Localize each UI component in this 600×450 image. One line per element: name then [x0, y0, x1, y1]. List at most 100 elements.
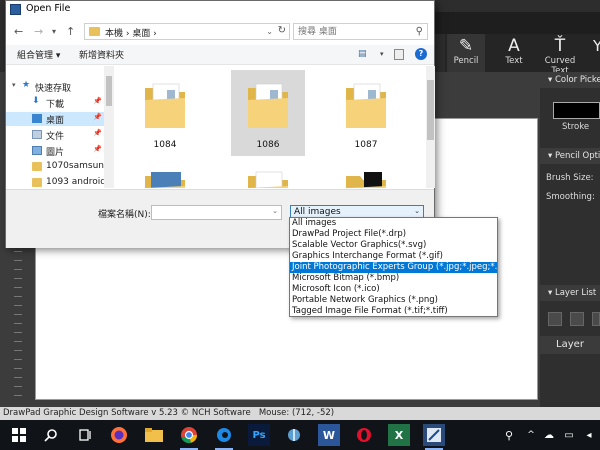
file-tile-folder[interactable]: 1087	[329, 70, 403, 156]
pencil-options-title: Pencil Options	[554, 151, 600, 161]
pencil-icon: ✎	[458, 36, 474, 56]
sidebar-item-quick-access[interactable]: ▾ ★ 快速存取	[6, 80, 104, 94]
layer-options-button[interactable]	[592, 312, 600, 326]
collapse-icon: ▾	[548, 288, 555, 298]
excel-icon[interactable]: X	[388, 424, 410, 446]
address-row: ← → ▾ ↑ 本機 › 桌面 › ⌄ ↻ ⚲	[6, 21, 434, 43]
file-name: 1087	[354, 140, 378, 150]
scrollbar-thumb[interactable]	[106, 76, 112, 106]
preview-pane-icon[interactable]	[394, 49, 404, 60]
view-dropdown-icon[interactable]: ▾	[380, 50, 384, 58]
scrollbar-thumb[interactable]	[427, 80, 434, 140]
back-arrow-icon[interactable]: ←	[14, 25, 23, 38]
forward-arrow-icon[interactable]: →	[34, 25, 43, 38]
file-tile-folder[interactable]	[329, 158, 403, 188]
file-type-option[interactable]: Microsoft Bitmap (*.bmp)	[290, 273, 497, 284]
refresh-icon[interactable]: ↻	[278, 25, 286, 36]
file-type-option[interactable]: Scalable Vector Graphics(*.svg)	[290, 240, 497, 251]
chrome-icon[interactable]	[178, 424, 200, 450]
search-icon[interactable]: ⚲	[416, 26, 423, 37]
file-type-option-highlighted[interactable]: Joint Photographic Experts Group (*.jpg;…	[290, 262, 497, 273]
stroke-color-swatch[interactable]	[553, 102, 600, 119]
pencil-options-header[interactable]: ▾ Pencil Options	[540, 148, 600, 164]
sidebar-item-documents[interactable]: 文件 📌	[6, 128, 104, 142]
pin-icon[interactable]: 📌	[93, 97, 102, 105]
more-tools-button[interactable]: Y	[593, 34, 600, 72]
file-type-option[interactable]: Microsoft Icon (*.ico)	[290, 284, 497, 295]
dialog-titlebar[interactable]: Open File	[6, 1, 434, 18]
file-explorer-icon[interactable]	[143, 424, 165, 446]
breadcrumb[interactable]: 本機 › 桌面 ›	[105, 26, 157, 39]
chevron-down-icon[interactable]: ⌄	[414, 207, 420, 215]
color-picker-header[interactable]: ▾ Color Picker	[540, 72, 600, 88]
pin-icon[interactable]: 📌	[93, 129, 102, 137]
edge-icon[interactable]	[213, 424, 235, 450]
layer-list-header[interactable]: ▾ Layer List	[540, 285, 600, 301]
file-tile-folder-selected[interactable]: 1086	[231, 70, 305, 156]
windows-start-icon[interactable]	[8, 424, 30, 446]
address-dropdown-icon[interactable]: ⌄	[266, 27, 273, 36]
navigation-pane: ▾ ★ 快速存取 ⬇ 下載 📌 桌面 📌 文件 📌 圖片 📌 1070samsu…	[6, 66, 114, 188]
file-tile-folder[interactable]: 1084	[128, 70, 202, 156]
chevron-down-icon[interactable]: ⌄	[272, 207, 278, 215]
text-tool-label: Text	[505, 56, 523, 66]
open-file-dialog: Open File ← → ▾ ↑ 本機 › 桌面 › ⌄ ↻ ⚲ 組合管理 ▾…	[5, 0, 435, 248]
folder-icon	[346, 172, 386, 188]
curved-text-tool-button[interactable]: Ť Curved Text	[535, 34, 585, 76]
volume-icon[interactable]: ◂	[578, 424, 600, 446]
file-name: 1086	[256, 140, 280, 150]
search-box[interactable]: ⚲	[293, 23, 428, 40]
layer-item[interactable]: Layer	[540, 336, 600, 354]
sidebar-item-folder[interactable]: 1070samsung	[6, 160, 104, 174]
folder-icon	[145, 172, 185, 188]
file-type-option[interactable]: Portable Network Graphics (*.png)	[290, 295, 497, 306]
file-tile-folder[interactable]	[231, 158, 305, 188]
file-list-scrollbar[interactable]	[426, 66, 435, 188]
up-arrow-icon[interactable]: ↑	[66, 25, 75, 38]
sidebar-item-label: 1070samsung	[46, 161, 104, 171]
organize-button[interactable]: 組合管理 ▾	[17, 48, 60, 61]
pencil-tool-button[interactable]: ✎ Pencil	[447, 34, 485, 72]
sidebar-item-folder[interactable]: 1093 android ar	[6, 176, 104, 188]
sidebar-item-downloads[interactable]: ⬇ 下載 📌	[6, 96, 104, 110]
file-type-option[interactable]: All images	[290, 218, 497, 229]
add-layer-button[interactable]	[548, 312, 562, 326]
file-type-option[interactable]: DrawPad Project File(*.drp)	[290, 229, 497, 240]
sidebar-item-desktop[interactable]: 桌面 📌	[6, 112, 104, 126]
help-icon[interactable]: ?	[415, 48, 427, 60]
file-tile-folder[interactable]	[128, 158, 202, 188]
navigation-scrollbar[interactable]	[104, 66, 114, 188]
taskbar: Ps W X ⚲ ^ ☁ ▭ ◂	[0, 420, 600, 450]
search-icon[interactable]	[40, 424, 62, 446]
file-type-option[interactable]: Graphics Interchange Format (*.gif)	[290, 251, 497, 262]
people-icon[interactable]: ⚲	[498, 424, 520, 446]
photoshop-icon[interactable]: Ps	[248, 424, 270, 446]
expand-chevron-icon[interactable]: ▾	[12, 81, 16, 89]
new-folder-button[interactable]: 新增資料夾	[79, 48, 124, 61]
delete-layer-button[interactable]	[570, 312, 584, 326]
text-tool-button[interactable]: A Text	[497, 34, 531, 72]
pictures-icon	[32, 146, 42, 155]
text-icon: A	[508, 36, 520, 56]
recent-locations-chevron-icon[interactable]: ▾	[52, 27, 56, 36]
command-bar: 組合管理 ▾ 新增資料夾 ▤ ▾ ?	[6, 45, 434, 65]
file-type-option[interactable]: Tagged Image File Format (*.tif;*.tiff)	[290, 306, 497, 317]
search-input[interactable]	[298, 25, 408, 39]
network-icon[interactable]: ☁	[538, 424, 560, 446]
dialog-title: Open File	[26, 3, 71, 14]
stroke-label: Stroke	[562, 122, 590, 132]
firefox-icon[interactable]	[108, 424, 130, 446]
pin-icon[interactable]: 📌	[93, 145, 102, 153]
sidebar-item-pictures[interactable]: 圖片 📌	[6, 144, 104, 158]
pin-icon[interactable]: 📌	[93, 113, 102, 121]
filename-input[interactable]: ⌄	[151, 205, 282, 220]
word-icon[interactable]: W	[318, 424, 340, 446]
opera-icon[interactable]	[353, 424, 375, 446]
color-picker-title: Color Picker	[554, 75, 600, 85]
system-tool-icon[interactable]	[283, 424, 305, 446]
view-options-icon[interactable]: ▤	[358, 49, 380, 61]
task-view-icon[interactable]	[74, 424, 96, 446]
address-bar[interactable]: 本機 › 桌面 › ⌄ ↻	[84, 23, 290, 40]
battery-icon[interactable]: ▭	[558, 424, 580, 446]
drawpad-taskbar-icon[interactable]	[423, 424, 445, 450]
